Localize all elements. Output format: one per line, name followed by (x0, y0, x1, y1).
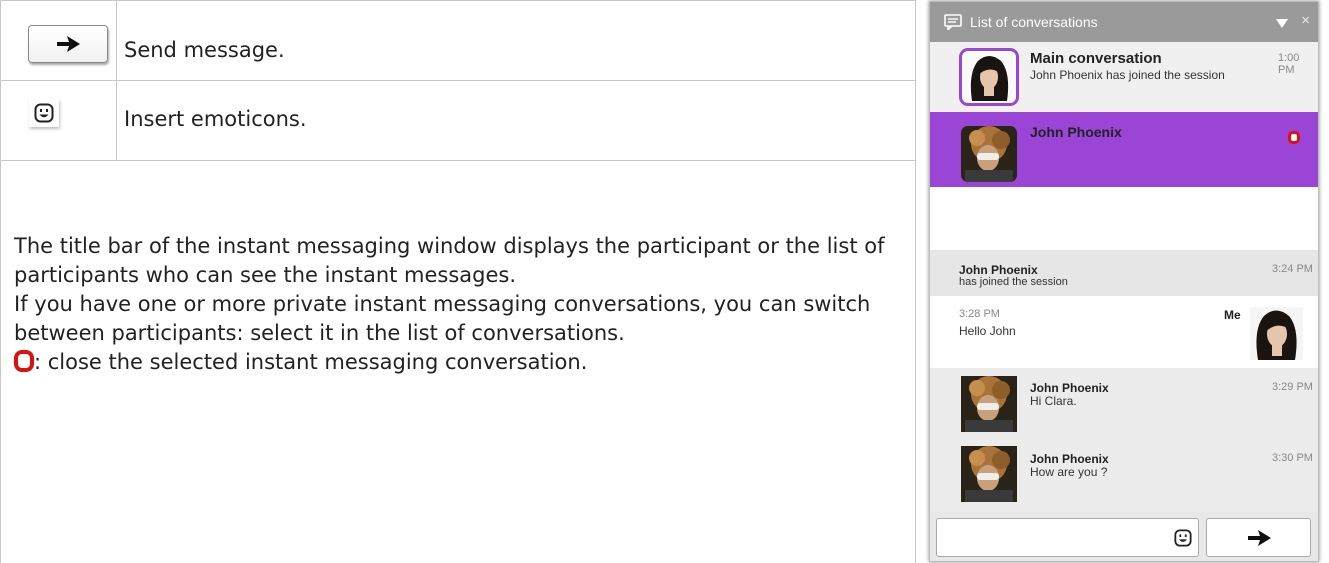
table-row (29, 99, 59, 127)
avatar (961, 126, 1017, 182)
message-time: 3:28 PM (959, 308, 1000, 320)
message-time: 3:24 PM (1272, 263, 1313, 275)
close-conversation-icon[interactable] (1288, 131, 1300, 149)
table-border-left (0, 0, 1, 563)
message-text: Hello John (959, 324, 1016, 338)
emoticon-icon[interactable] (1174, 529, 1192, 552)
conversations-titlebar: List of conversations × (930, 2, 1318, 42)
message-text: Hi Clara. (1030, 394, 1077, 408)
conversation-subtitle: John Phoenix has joined the session (1030, 68, 1225, 82)
close-conversation-icon (14, 350, 34, 380)
avatar (961, 376, 1017, 432)
paragraph-line: The title bar of the instant messaging w… (14, 234, 885, 287)
avatar (961, 446, 1017, 502)
message-item: John Phoenix has joined the session 3:24… (930, 250, 1318, 296)
message-sender: Me (1224, 308, 1241, 322)
close-description: : close the selected instant messaging c… (34, 350, 588, 374)
message-time: 3:30 PM (1272, 452, 1313, 464)
message-composer (930, 512, 1318, 561)
message-item: 3:28 PM Hello John Me (930, 296, 1318, 368)
message-sender: John Phoenix (1030, 452, 1109, 466)
emoticon-button-illustration (29, 99, 59, 127)
row-description: Send message. (124, 38, 285, 62)
message-time: 3:29 PM (1272, 381, 1313, 393)
table-border-top (0, 0, 916, 1)
description-paragraph: The title bar of the instant messaging w… (14, 232, 904, 380)
message-input[interactable] (936, 518, 1199, 557)
emoticon-icon (34, 103, 54, 123)
table-border-right (915, 0, 916, 563)
conversation-list-empty-area (930, 187, 1318, 250)
dropdown-triangle-icon[interactable] (1276, 15, 1288, 33)
table-row-divider (0, 160, 916, 161)
conversation-name: Main conversation (1030, 50, 1162, 67)
message-item: John Phoenix How are you ? 3:30 PM (930, 440, 1318, 512)
conversation-name: John Phoenix (1030, 124, 1122, 140)
documentation-table: Send message. Insert emoticons. The titl… (0, 0, 916, 563)
row-description: Insert emoticons. (124, 107, 307, 131)
instant-messaging-window: List of conversations × Main conversatio… (929, 1, 1319, 562)
chat-bubble-icon (944, 14, 962, 30)
table-row-divider (0, 80, 916, 81)
send-button-illustration (28, 25, 108, 63)
table-row (28, 25, 108, 63)
window-title: List of conversations (970, 14, 1098, 30)
send-arrow-icon (1247, 529, 1271, 546)
message-item: John Phoenix Hi Clara. 3:29 PM (930, 368, 1318, 440)
close-window-icon[interactable]: × (1301, 12, 1310, 29)
message-text: How are you ? (1030, 465, 1108, 479)
message-sender: John Phoenix (959, 263, 1038, 277)
avatar (964, 53, 1014, 101)
conversation-time: 1:00 PM (1278, 52, 1300, 76)
send-arrow-icon (57, 36, 80, 52)
paragraph-line: If you have one or more private instant … (14, 292, 871, 345)
avatar (1250, 307, 1303, 360)
conversation-item-main[interactable]: Main conversation John Phoenix has joine… (930, 42, 1318, 112)
message-sender: John Phoenix (1030, 381, 1109, 395)
send-button[interactable] (1206, 518, 1311, 557)
paragraph-line: : close the selected instant messaging c… (14, 348, 904, 380)
message-text: has joined the session (959, 276, 1068, 288)
conversation-item-john-phoenix[interactable]: John Phoenix (930, 112, 1318, 187)
